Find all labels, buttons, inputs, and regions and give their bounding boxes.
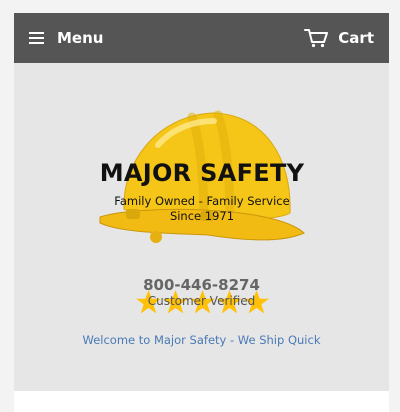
logo-title: MAJOR SAFETY xyxy=(99,159,305,187)
site-header: Menu Cart xyxy=(14,13,389,63)
shopping-cart-icon xyxy=(304,28,329,48)
cart-label: Cart xyxy=(338,29,374,47)
site-logo[interactable]: MAJOR SAFETY Family Owned - Family Servi… xyxy=(96,109,308,247)
welcome-link[interactable]: Welcome to Major Safety - We Ship Quick xyxy=(14,333,389,347)
cart-button[interactable]: Cart xyxy=(304,13,374,63)
hamburger-menu-icon xyxy=(29,32,44,44)
menu-button[interactable]: Menu xyxy=(29,13,103,63)
logo-since: Since 1971 xyxy=(169,209,235,223)
logo-tagline: Family Owned - Family Service xyxy=(114,194,290,208)
content-area xyxy=(14,391,389,412)
page-frame: Menu Cart MAJOR SAFETY Family Owned - Fa… xyxy=(14,13,389,412)
menu-label: Menu xyxy=(57,29,104,47)
customer-verified-label: Customer Verified xyxy=(147,294,256,308)
